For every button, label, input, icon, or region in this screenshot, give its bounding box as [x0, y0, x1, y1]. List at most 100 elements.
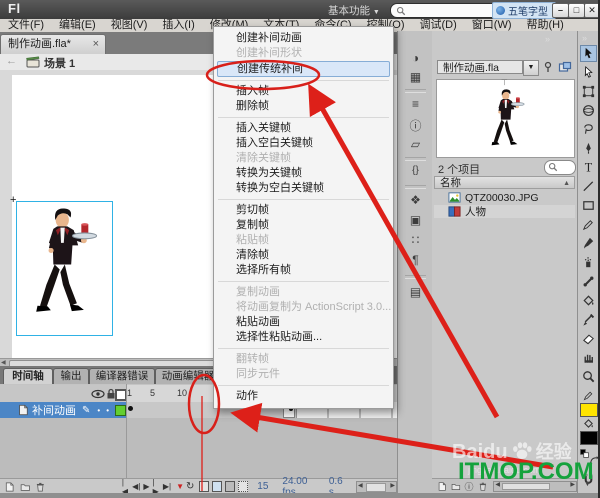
- tool-3d-rotation[interactable]: [580, 102, 597, 119]
- menu-item-clear-frames[interactable]: 清除帧: [215, 248, 392, 263]
- color-panel-icon[interactable]: ◑: [398, 51, 433, 65]
- tab-motion-editor[interactable]: 动画编辑器: [155, 368, 221, 385]
- swatches-panel-icon[interactable]: ▦: [398, 70, 433, 84]
- back-arrow-icon[interactable]: ←: [6, 55, 17, 67]
- tool-lasso[interactable]: [580, 121, 597, 138]
- menu-item-create-classic-tween[interactable]: 创建传统补间: [217, 61, 390, 77]
- scroll-left-icon[interactable]: ◀: [1, 359, 6, 366]
- project-panel-icon[interactable]: ▤: [398, 285, 433, 299]
- tool-free-transform[interactable]: [580, 83, 597, 100]
- menu-item-copy-frames[interactable]: 复制帧: [215, 218, 392, 233]
- tool-hand[interactable]: [580, 349, 597, 366]
- tool-spray-brush[interactable]: [580, 254, 597, 271]
- new-layer-button[interactable]: [4, 481, 15, 493]
- tool-paint-bucket[interactable]: [580, 292, 597, 309]
- scrollbar-thumb[interactable]: [502, 483, 551, 490]
- center-frame-button[interactable]: [199, 481, 210, 492]
- library-row-bitmap[interactable]: QTZ00030.JPG: [434, 191, 575, 204]
- new-folder-button[interactable]: [20, 481, 31, 493]
- scroll-right-icon[interactable]: ▶: [390, 482, 395, 489]
- delete-item-button[interactable]: [478, 481, 488, 492]
- edit-multiple-frames-button[interactable]: [238, 481, 249, 492]
- new-folder-button[interactable]: [451, 481, 461, 492]
- tool-subselection[interactable]: [580, 64, 597, 81]
- dropdown-arrow-icon[interactable]: ▼: [523, 60, 539, 76]
- menu-item-actions[interactable]: 动作: [215, 389, 392, 404]
- layer-visible-dot[interactable]: •: [97, 406, 100, 415]
- menu-item-insert-blank-keyframe[interactable]: 插入空白关键帧: [215, 136, 392, 151]
- tool-selection[interactable]: [580, 45, 597, 62]
- scene-label[interactable]: 场景 1: [44, 55, 75, 71]
- timeline-horizontal-scrollbar[interactable]: ◀ ▶: [356, 480, 397, 493]
- menu-item-paste-motion-special[interactable]: 选择性粘贴动画...: [215, 330, 392, 345]
- tool-pen[interactable]: [580, 140, 597, 157]
- onion-skin-outlines-button[interactable]: [225, 481, 236, 492]
- menu-item-convert-to-keyframes[interactable]: 转换为关键帧: [215, 166, 392, 181]
- ime-indicator[interactable]: 五笔字型: [492, 1, 556, 19]
- scroll-left-icon[interactable]: ◀: [495, 481, 500, 488]
- name-column-header[interactable]: 名称 ▲: [434, 176, 575, 189]
- menu-item-convert-to-blank-keyframes[interactable]: 转换为空白关键帧: [215, 181, 392, 196]
- menu-item-paste-motion[interactable]: 粘贴动画: [215, 315, 392, 330]
- menu-item-insert-keyframe[interactable]: 插入关键帧: [215, 121, 392, 136]
- tab-output[interactable]: 输出: [53, 368, 89, 385]
- menu-item-select-all-frames[interactable]: 选择所有帧: [215, 263, 392, 278]
- previous-frame-button[interactable]: ◀|: [132, 482, 140, 491]
- new-library-panel-icon[interactable]: [558, 61, 572, 73]
- components-panel-icon[interactable]: ❖: [398, 193, 433, 207]
- tab-timeline[interactable]: 时间轴: [3, 368, 53, 385]
- document-close-icon[interactable]: ×: [93, 35, 99, 54]
- panel-expand-icon[interactable]: »: [545, 34, 550, 44]
- item-properties-button[interactable]: ⓘ: [465, 480, 474, 493]
- tool-eyedropper[interactable]: [580, 311, 597, 328]
- tool-text[interactable]: [580, 159, 597, 176]
- layer-outline-color-swatch[interactable]: [115, 404, 126, 416]
- component-inspector-panel-icon[interactable]: ▣: [398, 213, 433, 227]
- sort-arrow-icon[interactable]: ▲: [563, 178, 570, 190]
- onion-skin-button[interactable]: [212, 481, 223, 492]
- fill-color-swatch[interactable]: [580, 431, 598, 445]
- layer-row[interactable]: 补间动画 ✎ • •: [0, 402, 126, 418]
- last-frame-button[interactable]: ▶|: [163, 482, 171, 491]
- waiter-character-image[interactable]: [20, 206, 102, 328]
- library-document-selector[interactable]: 制作动画.fla: [437, 60, 523, 74]
- pin-library-icon[interactable]: [542, 61, 554, 73]
- menu-item-cut-frames[interactable]: 剪切帧: [215, 203, 392, 218]
- maximize-button[interactable]: □: [568, 2, 585, 18]
- align-panel-icon[interactable]: ≡: [398, 97, 433, 111]
- panel-expand-icon[interactable]: »: [582, 33, 587, 43]
- layer-name[interactable]: 补间动画: [32, 402, 76, 418]
- new-symbol-button[interactable]: [437, 481, 447, 492]
- menu-item-insert-frame[interactable]: 插入帧: [215, 84, 392, 99]
- scrollbar-thumb[interactable]: [366, 482, 387, 492]
- tool-zoom[interactable]: [580, 368, 597, 385]
- menu-item-create-motion-tween[interactable]: 创建补间动画: [215, 31, 392, 46]
- tool-pencil[interactable]: [580, 216, 597, 233]
- minimize-button[interactable]: –: [552, 2, 569, 18]
- code-snippets-panel-icon[interactable]: {}: [398, 165, 433, 176]
- menu-view[interactable]: 视图(V): [111, 19, 148, 32]
- info-panel-icon[interactable]: ⓘ: [398, 117, 433, 134]
- stroke-color-swatch[interactable]: [580, 403, 598, 417]
- workspace-switcher[interactable]: 基本功能 ▼: [328, 3, 380, 18]
- document-tab[interactable]: 制作动画.fla* ×: [0, 34, 106, 54]
- scroll-left-icon[interactable]: ◀: [358, 482, 363, 489]
- library-horizontal-scrollbar[interactable]: ◀ ▶: [493, 481, 577, 492]
- menu-item-remove-frames[interactable]: 删除帧: [215, 99, 392, 114]
- library-search-input[interactable]: [544, 160, 576, 175]
- show-hide-layers-icon[interactable]: [91, 389, 105, 399]
- tool-line[interactable]: [580, 178, 597, 195]
- menu-file[interactable]: 文件(F): [8, 19, 44, 32]
- layer-lock-dot[interactable]: •: [106, 406, 109, 415]
- menu-insert[interactable]: 插入(I): [162, 19, 194, 32]
- menu-edit[interactable]: 编辑(E): [59, 19, 96, 32]
- tool-bone[interactable]: [580, 273, 597, 290]
- tool-rectangle[interactable]: [580, 197, 597, 214]
- delete-layer-button[interactable]: [35, 481, 46, 493]
- tool-eraser[interactable]: [580, 330, 597, 347]
- strings-panel-icon[interactable]: ¶: [398, 253, 433, 267]
- motion-presets-panel-icon[interactable]: ∷: [398, 233, 433, 247]
- tab-compiler-errors[interactable]: 编译器错误: [89, 368, 155, 385]
- tool-brush[interactable]: [580, 235, 597, 252]
- transform-panel-icon[interactable]: ▱: [398, 137, 433, 151]
